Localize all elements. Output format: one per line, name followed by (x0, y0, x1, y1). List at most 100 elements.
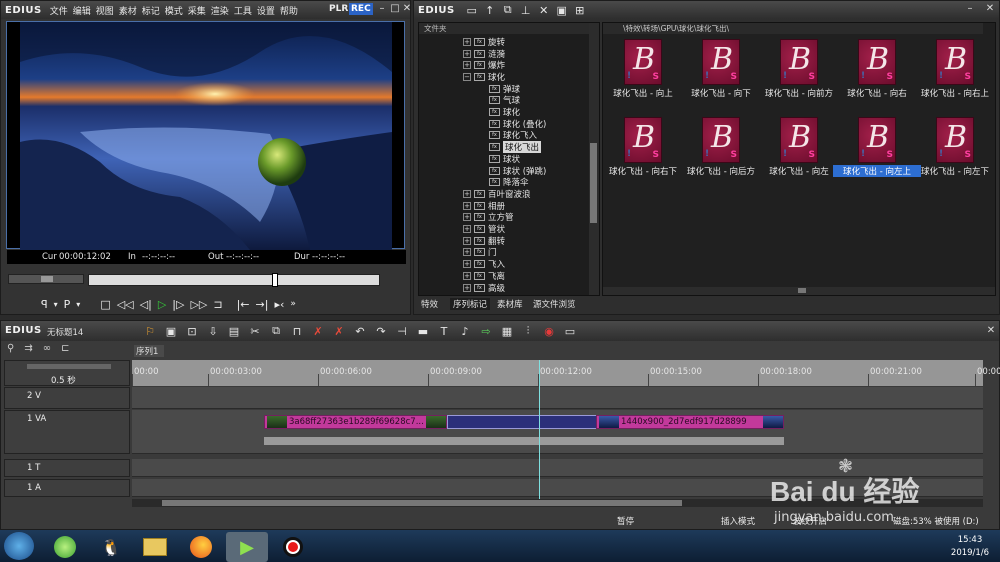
effect-thumbnail[interactable]: B S! (702, 117, 740, 163)
tree-item[interactable]: fx 球状 (489, 153, 520, 165)
status-insert-mode[interactable]: 插入模式 (721, 515, 755, 527)
expand-icon[interactable]: + (463, 61, 471, 70)
rec-button[interactable]: REC (349, 3, 373, 15)
undo-icon[interactable]: ↶ (351, 323, 369, 339)
clip-2[interactable]: 1440x900_2d7edf917d28899 (596, 415, 784, 429)
sequence-tab[interactable]: 序列1 (134, 345, 164, 357)
effect-thumbnail-label[interactable]: 球化飞出 - 向右下 (599, 165, 687, 177)
track-sync-icon[interactable]: ⇉ (24, 343, 32, 359)
tree-folder[interactable]: + fx 涟漪 (463, 48, 505, 60)
tab-bin[interactable]: 素材库 (494, 298, 526, 310)
overwrite-icon[interactable]: →| (256, 298, 269, 311)
tree-item[interactable]: fx 球化 (489, 106, 520, 118)
expand-icon[interactable]: + (463, 189, 471, 198)
start-button[interactable] (4, 532, 34, 560)
tree-folder[interactable]: + fx 爆炸 (463, 59, 505, 71)
effect-thumbnail-label[interactable]: 球化飞出 - 向上 (599, 87, 687, 99)
delete-icon[interactable]: ✕ (535, 2, 553, 18)
rewind-icon[interactable]: ◁◁ (117, 298, 134, 311)
effects-close-icon[interactable]: ✕ (984, 3, 996, 15)
effect-thumbnail[interactable]: B S! (780, 39, 818, 85)
tree-folder[interactable]: − fx 球化 (463, 71, 505, 83)
expand-icon[interactable]: + (463, 283, 471, 292)
tree-item[interactable]: fx 气球 (489, 95, 520, 106)
menu-view[interactable]: 视图 (96, 4, 114, 17)
taskbar-explorer-icon[interactable] (134, 532, 176, 562)
more-icon[interactable]: » (290, 299, 296, 309)
close-icon[interactable]: ✕ (401, 3, 413, 15)
effect-thumbnail[interactable]: B S! (624, 39, 662, 85)
redo-icon[interactable]: ↷ (372, 323, 390, 339)
effect-thumbnail[interactable]: B S! (936, 39, 974, 85)
export-icon[interactable]: ⇨ (477, 323, 495, 339)
collapse-icon[interactable]: − (463, 72, 471, 81)
track-header-1a[interactable]: 1 A (4, 479, 130, 497)
title-icon[interactable]: T (435, 323, 453, 339)
cut-icon[interactable]: ✂ (246, 323, 264, 339)
menu-marker[interactable]: 标记 (142, 4, 160, 17)
tree-item[interactable]: fx 球化飞入 (489, 130, 537, 141)
tree-folder[interactable]: + fx 翻转 (463, 235, 505, 247)
menu-file[interactable]: 文件 (50, 4, 68, 17)
taskbar-360-icon[interactable] (44, 532, 86, 562)
grid-icon[interactable]: ⊞ (571, 2, 589, 18)
tree-folder[interactable]: + fx 管状 (463, 223, 505, 235)
plr-button[interactable]: PLR (329, 4, 348, 14)
open-icon[interactable]: ⊡ (183, 323, 201, 339)
effect-thumbnail-label[interactable]: 球化飞出 - 向前方 (755, 87, 843, 99)
effects-minimize-icon[interactable]: – (964, 3, 976, 15)
tree-item[interactable]: fx 球化飞出 (489, 141, 542, 154)
slider-icon[interactable]: ⊥ (517, 2, 535, 18)
tray-clock[interactable]: 15:43 2019/1/6 (942, 535, 998, 558)
set-out-dropdown-icon[interactable]: ▾ (76, 300, 80, 309)
taskbar-edius-icon[interactable]: ▶ (226, 532, 268, 562)
step-forward-icon[interactable]: |▷ (172, 298, 184, 311)
scrubber-handle[interactable] (272, 273, 278, 287)
track-header-1t[interactable]: 1 T (4, 459, 130, 477)
tree-folder[interactable]: + fx 门 (463, 247, 497, 258)
tree-folder[interactable]: + fx 飞入 (463, 258, 505, 270)
window-icon[interactable]: ▭ (561, 323, 579, 339)
menu-capture[interactable]: 采集 (188, 4, 206, 17)
track-header-2v[interactable]: 2 V (4, 387, 130, 409)
folder-icon[interactable]: ▭ (463, 2, 481, 18)
effect-thumbnail-label[interactable]: 球化飞出 - 向下 (677, 87, 765, 99)
playback-scrubber[interactable] (88, 273, 380, 287)
tree-folder[interactable]: + fx 旋转 (463, 36, 505, 48)
clip-1[interactable]: 3a68ff27363e1b289f69628c7... (264, 415, 447, 429)
menu-edit[interactable]: 编辑 (73, 4, 91, 17)
menu-tools[interactable]: 工具 (234, 4, 252, 17)
effect-thumbnail[interactable]: B S! (702, 39, 740, 85)
expand-icon[interactable]: + (463, 271, 471, 280)
effect-thumbnail[interactable]: B S! (858, 117, 896, 163)
effect-thumbnail-label[interactable]: 球化飞出 - 向左 (755, 165, 843, 177)
audio-mixer-icon[interactable]: ⫶ (519, 323, 537, 339)
mic-icon[interactable]: ♪ (456, 323, 474, 339)
menu-mode[interactable]: 模式 (165, 4, 183, 17)
set-in-dropdown-icon[interactable]: ▾ (54, 300, 58, 309)
stop-icon[interactable]: □ (100, 298, 110, 311)
view-icon[interactable]: ▣ (553, 2, 571, 18)
add-transition-icon[interactable]: ⊣ (393, 323, 411, 339)
tree-folder[interactable]: + fx 高级 (463, 282, 505, 294)
menu-help[interactable]: 帮助 (280, 4, 298, 17)
effect-thumbnail-label[interactable]: 球化飞出 - 向左上 (833, 165, 921, 177)
set-out-icon[interactable]: P (64, 298, 71, 311)
expand-icon[interactable]: + (463, 37, 471, 46)
effect-thumbnail-label[interactable]: 球化飞出 - 向右上 (911, 87, 999, 99)
expand-icon[interactable]: + (463, 213, 471, 222)
tree-item[interactable]: fx 球化 (叠化) (489, 118, 546, 130)
import-icon[interactable]: ⇩ (204, 323, 222, 339)
tree-scrollbar[interactable] (589, 23, 599, 295)
zoom-slider[interactable] (27, 364, 111, 369)
up-icon[interactable]: ↑ (481, 2, 499, 18)
menu-settings[interactable]: 设置 (257, 4, 275, 17)
mode-icon[interactable]: ⚐ (141, 323, 159, 339)
tree-folder[interactable]: + fx 飞离 (463, 270, 505, 282)
tree-folder[interactable]: + fx 立方管 (463, 212, 514, 223)
trim-icon[interactable]: ▸‹ (274, 298, 284, 311)
timeline-close-icon[interactable]: ✕ (985, 325, 997, 337)
ripple-delete-icon[interactable]: ✗ (330, 323, 348, 339)
expand-icon[interactable]: + (463, 225, 471, 234)
effect-thumbnail-label[interactable]: 球化飞出 - 向左下 (911, 165, 999, 177)
